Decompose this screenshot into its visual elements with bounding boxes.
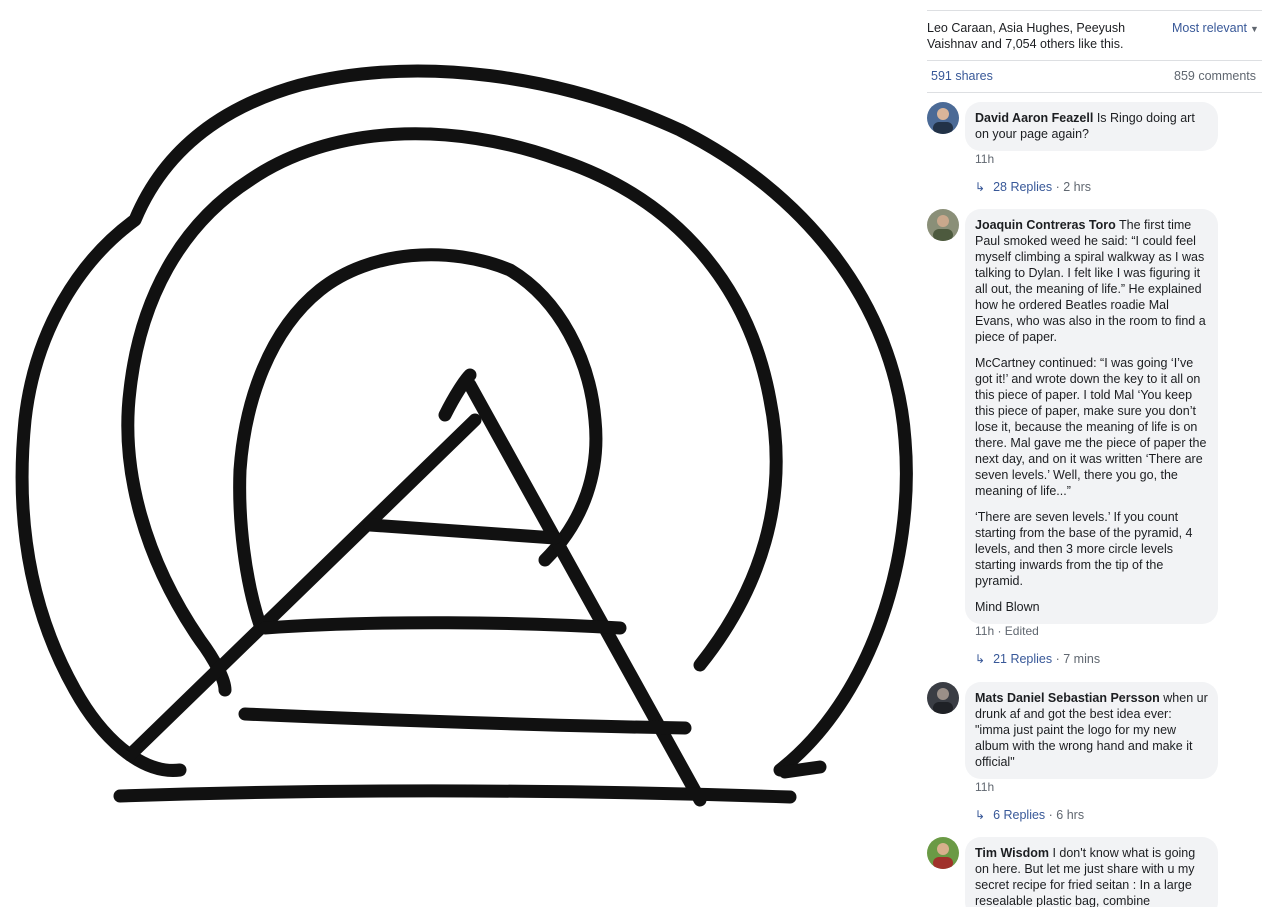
reply-arrow-icon: ↳ [975, 808, 986, 822]
divider [927, 92, 1262, 93]
comment-text: Mind Blown [975, 600, 1040, 614]
comment-text: McCartney continued: “I was going ‘I’ve … [975, 356, 1207, 498]
comment-timestamp[interactable]: 11h [975, 152, 994, 166]
comment-author[interactable]: Joaquin Contreras Toro [975, 218, 1116, 232]
avatar[interactable] [927, 209, 959, 241]
reply-arrow-icon: ↳ [975, 180, 986, 194]
sort-dropdown[interactable]: Most relevant ▼ [1172, 21, 1259, 35]
view-replies-link[interactable]: ↳ 6 Replies · 6 hrs [975, 808, 1084, 822]
avatar[interactable] [927, 102, 959, 134]
comment-bubble: David Aaron Feazell Is Ringo doing art o… [965, 102, 1218, 151]
avatar-image [927, 837, 959, 869]
view-replies-link[interactable]: ↳ 28 Replies · 2 hrs [975, 180, 1091, 194]
hand-drawn-pyramid-circles-drawing [15, 64, 913, 807]
avatar-image [927, 102, 959, 134]
avatar-image [927, 682, 959, 714]
comments-count-link[interactable]: 859 comments [1174, 69, 1256, 83]
divider [927, 60, 1262, 61]
comment-text: The first time Paul smoked weed he said:… [975, 218, 1206, 344]
comments-sidebar: Leo Caraan, Asia Hughes, Peeyush Vaishna… [915, 0, 1272, 907]
reply-arrow-icon: ↳ [975, 652, 986, 666]
view-replies-link[interactable]: ↳ 21 Replies · 7 mins [975, 652, 1100, 666]
sort-label: Most relevant [1172, 21, 1248, 35]
avatar-image [927, 209, 959, 241]
likes-summary[interactable]: Leo Caraan, Asia Hughes, Peeyush Vaishna… [927, 20, 1142, 52]
post-photo[interactable] [0, 0, 915, 907]
replies-count: 6 Replies [993, 808, 1046, 822]
comment-text: ‘There are seven levels.’ If you count s… [975, 510, 1193, 588]
comment-timestamp[interactable]: 11h [975, 780, 994, 794]
replies-count: 28 Replies [993, 180, 1053, 194]
replies-time: · 2 hrs [1055, 180, 1092, 194]
comment-author[interactable]: Mats Daniel Sebastian Persson [975, 691, 1160, 705]
shares-link[interactable]: 591 shares [931, 69, 993, 83]
comment-body: Mats Daniel Sebastian Persson when ur dr… [975, 690, 1208, 770]
divider [927, 10, 1262, 11]
comment-author[interactable]: David Aaron Feazell [975, 111, 1093, 125]
comment-timestamp[interactable]: 11h · Edited [975, 624, 1039, 638]
avatar[interactable] [927, 837, 959, 869]
replies-count: 21 Replies [993, 652, 1053, 666]
comment-bubble: Mats Daniel Sebastian Persson when ur dr… [965, 682, 1218, 779]
comment-bubble: Tim Wisdom I don't know what is going on… [965, 837, 1218, 907]
comment-body: Tim Wisdom I don't know what is going on… [975, 845, 1208, 907]
caret-down-icon: ▼ [1250, 24, 1259, 34]
comment-body: Joaquin Contreras Toro The first time Pa… [975, 217, 1208, 345]
comment-body: David Aaron Feazell Is Ringo doing art o… [975, 110, 1208, 142]
replies-time: · 6 hrs [1048, 808, 1085, 822]
comment-bubble: Joaquin Contreras Toro The first time Pa… [965, 209, 1218, 624]
avatar[interactable] [927, 682, 959, 714]
replies-time: · 7 mins [1055, 652, 1101, 666]
comment-author[interactable]: Tim Wisdom [975, 846, 1049, 860]
